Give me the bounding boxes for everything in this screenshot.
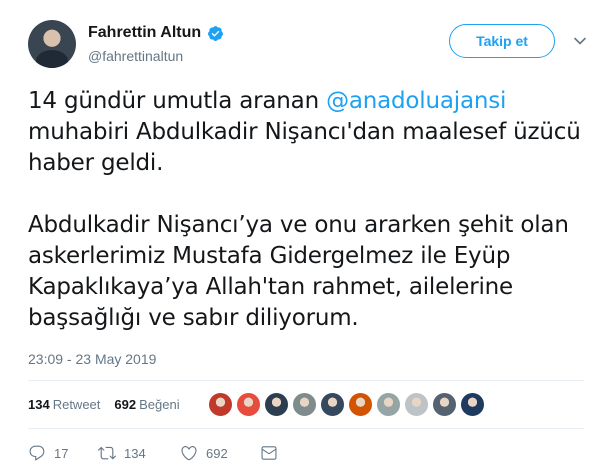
author-name[interactable]: Fahrettin Altun (88, 24, 201, 42)
divider (28, 380, 584, 381)
author-avatar[interactable] (28, 20, 76, 68)
tweet-text-part: muhabiri Abdulkadir Nişancı'dan maalesef… (28, 119, 581, 176)
reply-count: 17 (54, 445, 69, 461)
liker-avatar[interactable] (432, 392, 457, 417)
tweet-paragraph-2: Abdulkadir Nişancı’ya ve onu ararken şeh… (28, 212, 569, 331)
like-stat[interactable]: 692 Beğeni (114, 397, 179, 412)
liker-avatar[interactable] (236, 392, 261, 417)
liker-avatar[interactable] (320, 392, 345, 417)
tweet-text: 14 gündür umutla aranan @anadoluajansi m… (28, 86, 588, 334)
mention-link[interactable]: @anadoluajansi (326, 88, 506, 114)
liker-avatar[interactable] (208, 392, 233, 417)
retweet-stat-label: Retweet (52, 397, 101, 412)
liker-avatar[interactable] (404, 392, 429, 417)
liker-avatar[interactable] (460, 392, 485, 417)
reply-button[interactable]: 17 (28, 444, 98, 462)
liker-avatar[interactable] (292, 392, 317, 417)
retweet-stat-count: 134 (28, 397, 50, 412)
like-button[interactable]: 692 (180, 444, 260, 462)
retweet-stat[interactable]: 134 Retweet (28, 397, 100, 412)
verified-badge-icon (208, 25, 224, 41)
liker-avatar[interactable] (376, 392, 401, 417)
retweet-button[interactable]: 134 (98, 444, 180, 462)
like-count: 692 (206, 445, 228, 461)
author-name-row: Fahrettin Altun (88, 24, 224, 42)
follow-button[interactable]: Takip et (449, 24, 555, 58)
tweet-header: Fahrettin Altun @fahrettinaltun Takip et (28, 20, 598, 70)
tweet-stats: 134 Retweet 692 Beğeni (28, 397, 180, 412)
tweet-timestamp[interactable]: 23:09 - 23 May 2019 (28, 351, 156, 367)
envelope-icon (261, 446, 277, 460)
reply-icon (29, 445, 45, 461)
author-handle[interactable]: @fahrettinaltun (88, 48, 183, 64)
liker-avatar[interactable] (264, 392, 289, 417)
tweet-actions: 17 134 692 (28, 444, 278, 462)
liker-avatar[interactable] (348, 392, 373, 417)
retweet-count: 134 (124, 445, 146, 461)
heart-icon (181, 446, 197, 461)
divider (28, 428, 584, 429)
tweet-text-part: 14 gündür umutla aranan (28, 88, 327, 114)
liker-avatars (208, 392, 485, 417)
chevron-down-icon[interactable] (573, 34, 587, 48)
retweet-icon (98, 446, 116, 460)
tweet-paragraph-1: 14 gündür umutla aranan @anadoluajansi m… (28, 86, 588, 179)
message-button[interactable] (260, 444, 278, 462)
like-stat-count: 692 (114, 397, 137, 412)
like-stat-label: Beğeni (139, 397, 180, 412)
